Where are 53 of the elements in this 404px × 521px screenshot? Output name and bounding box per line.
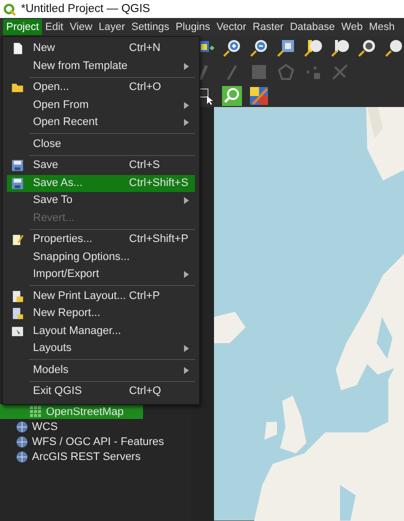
menu-item[interactable]: Settings	[128, 19, 172, 35]
menu-entry[interactable]: Save Ctrl+S	[7, 157, 195, 174]
menu-item[interactable]: Database	[286, 19, 338, 35]
menu-item[interactable]: Web	[338, 19, 366, 35]
menu-entry[interactable]: Layout Manager...	[7, 322, 195, 340]
zoom-out-icon[interactable]	[249, 38, 269, 58]
globe-icon	[16, 450, 28, 462]
menu-item[interactable]: Raster	[249, 19, 287, 35]
menu-item[interactable]: Mesh	[366, 19, 398, 35]
menu-entry[interactable]: New Print Layout... Ctrl+P	[7, 288, 195, 305]
search-icon[interactable]	[222, 86, 242, 106]
menu-entry[interactable]: Open From	[7, 96, 195, 114]
notepad-icon	[11, 233, 24, 246]
page-icon	[11, 42, 24, 56]
app-logo-icon	[3, 2, 16, 16]
report-icon	[11, 307, 24, 320]
menu-entry[interactable]: Close	[7, 136, 195, 153]
menu-item[interactable]: Project	[3, 19, 42, 35]
layout-manager-icon	[11, 324, 24, 338]
menu-entry[interactable]: Open... Ctrl+O	[7, 79, 195, 96]
zoom-native-icon[interactable]	[330, 38, 350, 58]
menu-item[interactable]: Edit	[42, 19, 67, 35]
menu-entry[interactable]: Open Recent	[7, 114, 195, 132]
menu-entry[interactable]: New Ctrl+N	[7, 40, 195, 58]
menu-entry[interactable]: Properties... Ctrl+Shift+P	[7, 231, 195, 248]
menu-entry[interactable]: Save To	[7, 192, 195, 210]
browser-item[interactable]: WCS	[0, 419, 191, 434]
menu-entry[interactable]: New Report...	[7, 305, 195, 322]
window-title: *Untitled Project — QGIS	[21, 3, 150, 15]
menu-entry[interactable]: Import/Export	[7, 266, 195, 284]
menu-entry[interactable]: Exit QGIS Ctrl+Q	[7, 383, 195, 400]
menu-entry[interactable]: Layouts	[7, 340, 195, 358]
folder-icon	[11, 81, 24, 94]
globe-icon	[16, 420, 28, 432]
zoom-in-icon[interactable]	[222, 38, 242, 58]
browser-item[interactable]: ArcGIS REST Servers	[0, 449, 191, 464]
layout-icon	[11, 290, 24, 303]
menu-entry[interactable]: Save As... Ctrl+Shift+S	[7, 174, 195, 192]
zoom-selection-icon[interactable]	[303, 38, 323, 58]
browser-item[interactable]: WFS / OGC API - Features	[0, 434, 191, 449]
menu-entry[interactable]: Models	[7, 362, 195, 379]
menu-item[interactable]: View	[66, 19, 96, 35]
globe-icon	[16, 436, 28, 448]
menu-item[interactable]: Plugins	[172, 19, 214, 35]
menu-entry[interactable]: New from Template	[7, 58, 195, 75]
browser-item[interactable]: OpenStreetMap	[0, 404, 143, 419]
menu-item[interactable]: Vector	[213, 19, 250, 35]
menu-item[interactable]: Layer	[95, 19, 128, 35]
zoom-scale-icon[interactable]	[357, 38, 377, 58]
zoom-layer-icon[interactable]	[276, 38, 296, 58]
zoom-last-icon[interactable]	[384, 38, 404, 58]
grid-icon	[30, 406, 42, 418]
menu-entry[interactable]: Snapping Options...	[7, 248, 195, 266]
